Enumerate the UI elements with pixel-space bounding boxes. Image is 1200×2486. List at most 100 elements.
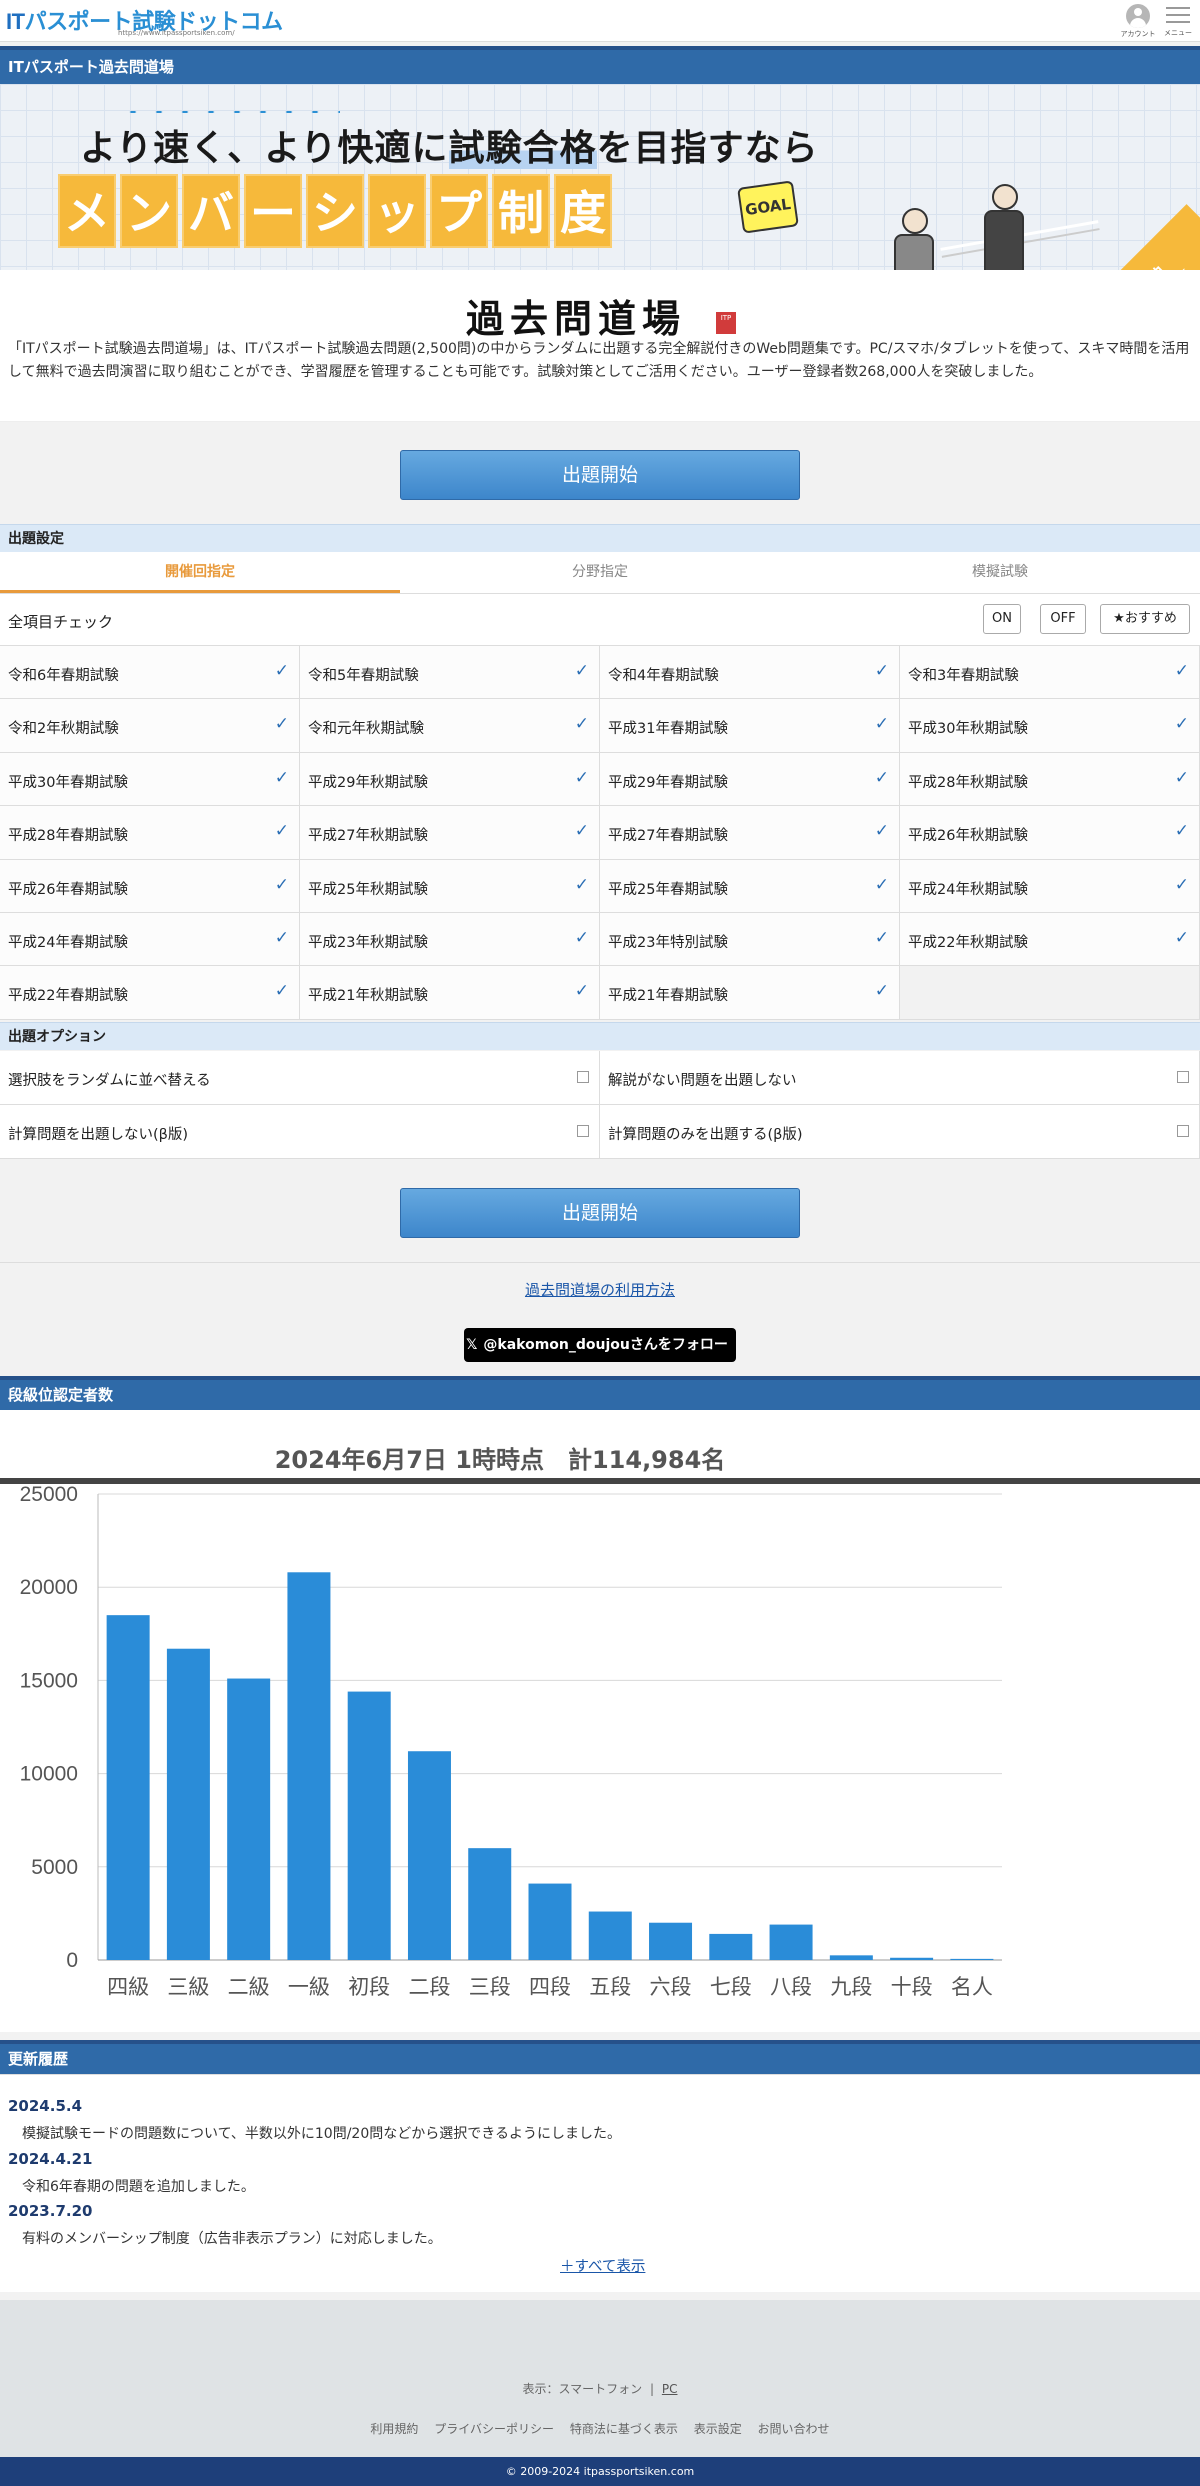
check-icon: ✓: [274, 821, 289, 842]
exam-checkbox-item[interactable]: 平成22年秋期試験 ✓: [900, 912, 1200, 967]
x-tick-label: 五段: [589, 1975, 631, 1999]
exam-label: 令和2年秋期試験: [8, 721, 119, 738]
x-tick-label: 初段: [348, 1975, 390, 1999]
x-tick-label: 八段: [770, 1975, 812, 1999]
pc-link[interactable]: PC: [662, 2382, 678, 2396]
exam-label: 平成24年秋期試験: [908, 881, 1028, 898]
option-no-unexplained[interactable]: 解説がない問題を出題しない: [600, 1051, 1200, 1105]
exam-checkbox-item[interactable]: 平成26年春期試験 ✓: [0, 859, 300, 913]
display-mode: 表示：スマートフォン | PC: [0, 2380, 1200, 2397]
update-text: 令和6年春期の問題を追加しました。: [22, 2179, 255, 2195]
tab-mock-exam[interactable]: 模擬試験: [800, 552, 1200, 593]
logo-it: IT: [6, 9, 25, 34]
bar-五段: [588, 1911, 632, 1960]
exam-checkbox-item[interactable]: 平成28年秋期試験 ✓: [900, 752, 1200, 807]
exam-label: 平成31年春期試験: [608, 721, 728, 738]
exam-checkbox-item[interactable]: 平成26年秋期試験 ✓: [900, 806, 1200, 860]
check-icon: ✓: [574, 714, 589, 735]
contact-link[interactable]: お問い合わせ: [758, 2422, 830, 2436]
exam-checkbox-item[interactable]: 令和6年春期試験 ✓: [0, 646, 300, 700]
exam-label: 平成22年春期試験: [8, 988, 128, 1005]
check-icon: ✓: [1174, 767, 1189, 788]
exam-label: 平成23年秋期試験: [308, 934, 428, 951]
banner-title-boxes: メンバーシップ制度: [58, 174, 612, 248]
menu-button[interactable]: メニュー: [1162, 4, 1194, 40]
exam-checkbox-item[interactable]: 平成30年秋期試験 ✓: [900, 699, 1200, 753]
exam-checkbox-item[interactable]: 平成27年春期試験 ✓: [600, 806, 900, 860]
terms-link[interactable]: 利用規約: [370, 2422, 418, 2436]
exam-label: 令和3年春期試験: [908, 668, 1019, 684]
display-settings-link[interactable]: 表示設定: [694, 2422, 742, 2436]
exam-label: 平成22年秋期試験: [908, 934, 1028, 951]
exam-checkbox-item[interactable]: 平成24年春期試験 ✓: [0, 912, 300, 967]
exam-checkbox-item[interactable]: 平成22年春期試験 ✓: [0, 966, 300, 1020]
start-button-bottom[interactable]: 出題開始: [400, 1188, 800, 1238]
update-item: 2024.5.4 模擬試験モードの問題数について、半数以外に10問/20問などか…: [8, 2097, 1188, 2143]
runner-illustration: [880, 208, 950, 270]
exam-checkbox-item[interactable]: 平成23年秋期試験 ✓: [300, 912, 600, 967]
show-all-link[interactable]: ＋すべて表示: [560, 2255, 645, 2276]
on-button[interactable]: ON: [983, 604, 1021, 634]
exam-checkbox-item[interactable]: 平成25年秋期試験 ✓: [300, 859, 600, 913]
exam-label: 平成21年秋期試験: [308, 988, 428, 1005]
bar-七段: [709, 1933, 753, 1960]
tokusho-link[interactable]: 特商法に基づく表示: [570, 2422, 678, 2436]
exam-checkbox-item[interactable]: 令和5年春期試験 ✓: [300, 646, 600, 700]
exam-checkbox-item[interactable]: 平成25年春期試験 ✓: [600, 859, 900, 913]
check-icon: ✓: [274, 661, 289, 681]
exam-label: 平成26年春期試験: [8, 881, 128, 898]
recommend-button[interactable]: ★おすすめ: [1100, 604, 1190, 634]
site-logo[interactable]: ITパスポート試験ドットコム https://www.itpassportsik…: [6, 4, 283, 38]
check-icon: ✓: [874, 981, 889, 1002]
exam-label: 平成30年秋期試験: [908, 721, 1028, 738]
exam-label: 平成24年春期試験: [8, 934, 128, 951]
checkbox[interactable]: [1177, 1071, 1189, 1083]
check-icon: ✓: [274, 981, 289, 1002]
y-tick-label: 15000: [20, 1669, 78, 1692]
exam-checkbox-item[interactable]: 平成23年特別試験 ✓: [600, 912, 900, 967]
off-button[interactable]: OFF: [1040, 604, 1086, 634]
checkbox[interactable]: [1177, 1125, 1189, 1137]
option-no-calc[interactable]: 計算問題を出題しない(β版): [0, 1105, 600, 1159]
exam-checkbox-item[interactable]: 平成21年春期試験 ✓: [600, 966, 900, 1020]
check-icon: ✓: [874, 661, 889, 681]
exam-checkbox-item[interactable]: 平成30年春期試験 ✓: [0, 752, 300, 807]
bar-三級: [166, 1648, 210, 1960]
exam-checkbox-item[interactable]: 令和4年春期試験 ✓: [600, 646, 900, 700]
display-mode-label: 表示：スマートフォン: [522, 2382, 643, 2396]
x-follow-button[interactable]: 𝕏 @kakomon_doujouさんをフォロー: [464, 1328, 736, 1362]
settings-header: 出題設定: [0, 524, 1200, 552]
check-icon: ✓: [874, 874, 889, 895]
tab-field[interactable]: 分野指定: [400, 552, 800, 593]
option-shuffle[interactable]: 選択肢をランダムに並べ替える: [0, 1051, 600, 1105]
exam-checkbox-item[interactable]: 令和元年秋期試験 ✓: [300, 699, 600, 753]
exam-checkbox-item[interactable]: 平成29年秋期試験 ✓: [300, 752, 600, 807]
check-icon: ✓: [574, 661, 589, 681]
privacy-link[interactable]: プライバシーポリシー: [434, 2422, 554, 2436]
checkbox[interactable]: [577, 1071, 589, 1083]
y-tick-label: 25000: [20, 1484, 78, 1506]
check-icon: ✓: [274, 767, 289, 788]
exam-checkbox-item[interactable]: 平成24年秋期試験 ✓: [900, 859, 1200, 913]
exam-checkbox-item[interactable]: 令和2年秋期試験 ✓: [0, 699, 300, 753]
check-icon: ✓: [274, 714, 289, 735]
bar-chart-svg: 0 5000 10000 15000 20000 25000 四級 三級 二級 一級 初段 二段 三段四…: [20, 1484, 1002, 1999]
start-button-top[interactable]: 出題開始: [400, 450, 800, 500]
exam-checkbox-item[interactable]: 平成28年春期試験 ✓: [0, 806, 300, 860]
membership-banner[interactable]: より速く、より快適に試験合格を目指すなら メンバーシップ制度 GOAL 特典CH…: [0, 84, 1200, 270]
howto-link[interactable]: 過去問道場の利用方法: [525, 1281, 675, 1299]
exam-checkbox-item[interactable]: 平成29年春期試験 ✓: [600, 752, 900, 807]
exam-checkbox-item[interactable]: 令和3年春期試験 ✓: [900, 646, 1200, 700]
option-only-calc[interactable]: 計算問題のみを出題する(β版): [600, 1105, 1200, 1159]
tab-session[interactable]: 開催回指定: [0, 552, 400, 593]
account-button[interactable]: アカウント: [1120, 4, 1156, 40]
exam-label: 平成25年春期試験: [608, 881, 728, 898]
options-header: 出題オプション: [0, 1022, 1200, 1050]
exam-checkbox-item[interactable]: 平成27年秋期試験 ✓: [300, 806, 600, 860]
bar-十段: [890, 1957, 934, 1960]
checkbox[interactable]: [577, 1125, 589, 1137]
exam-checkbox-item[interactable]: 平成31年春期試験 ✓: [600, 699, 900, 753]
bar-二段: [407, 1751, 451, 1960]
check-icon: ✓: [274, 874, 289, 895]
exam-checkbox-item[interactable]: 平成21年秋期試験 ✓: [300, 966, 600, 1020]
